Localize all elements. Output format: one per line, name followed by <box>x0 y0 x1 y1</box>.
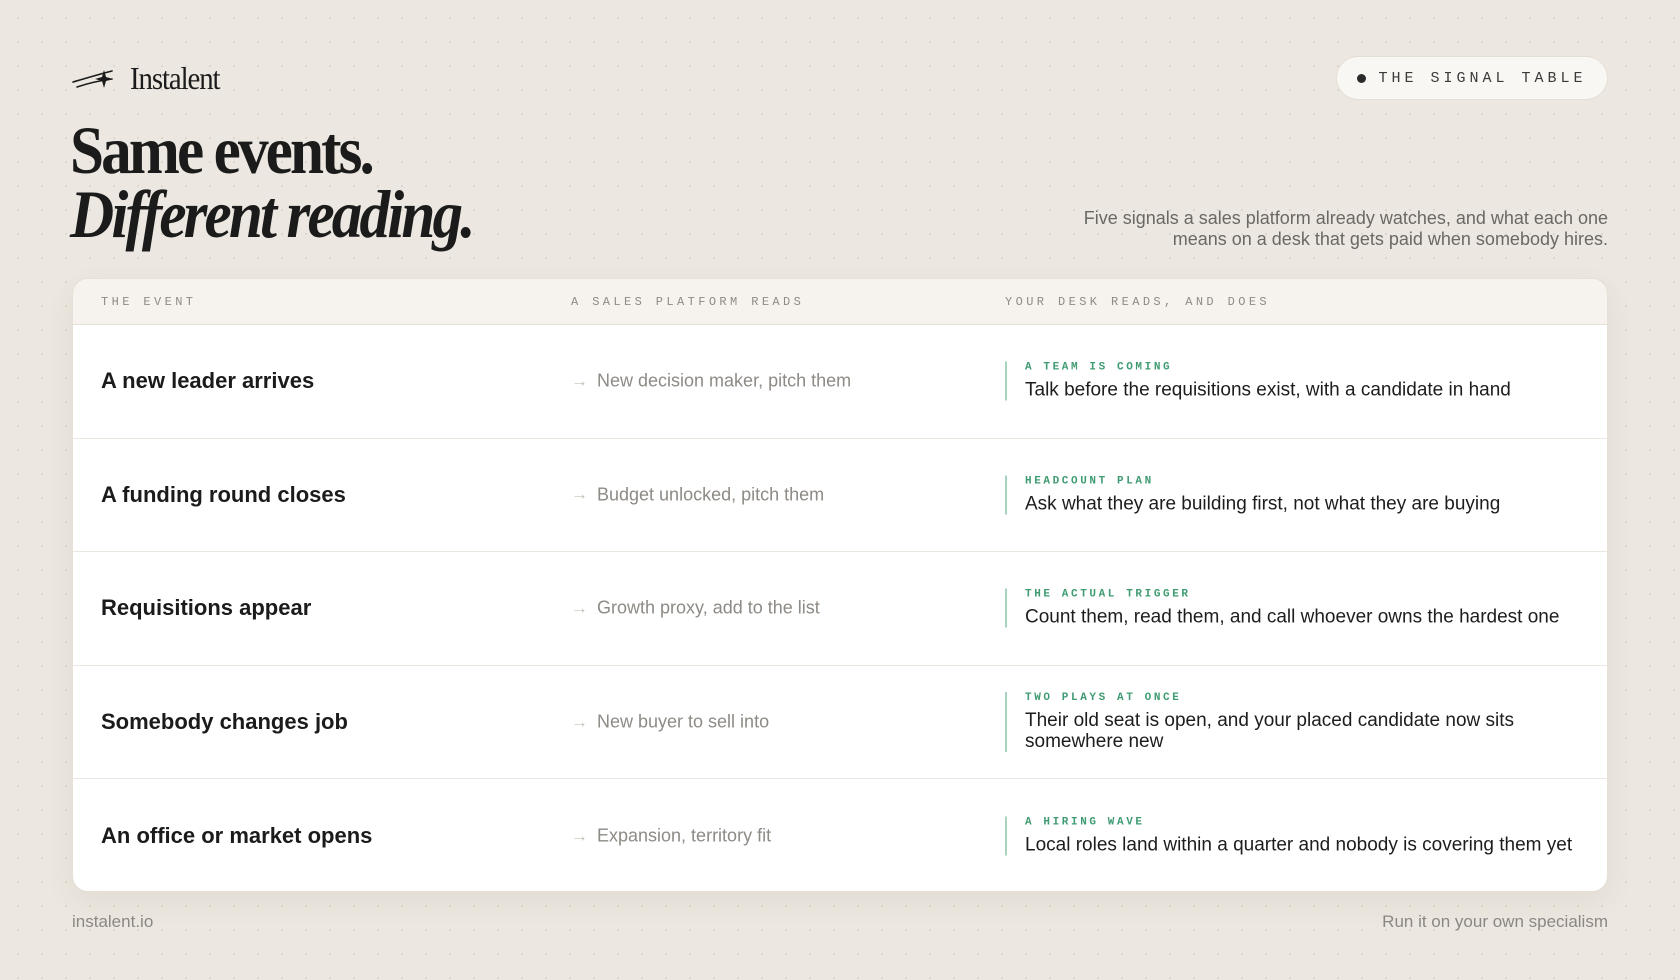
table-row: A funding round closes → Budget unlocked… <box>73 439 1607 553</box>
arrow-right-icon: → <box>571 712 588 732</box>
desk-tag: A TEAM IS COMING <box>1025 361 1173 374</box>
brand-name: Instalent <box>130 60 221 96</box>
footer-tagline: Run it on your own specialism <box>1382 912 1608 931</box>
desk-reading-cell: A TEAM IS COMING Talk before the requisi… <box>1005 361 1595 401</box>
arrow-right-icon: → <box>571 826 588 846</box>
sales-reading-cell: → Growth proxy, add to the list <box>571 598 820 619</box>
arrow-right-icon: → <box>571 598 588 618</box>
arrow-right-icon: → <box>571 484 588 504</box>
column-header-event: THE EVENT <box>101 295 197 309</box>
signal-table-badge: THE SIGNAL TABLE <box>1336 56 1608 100</box>
table-row: Somebody changes job → New buyer to sell… <box>73 666 1607 780</box>
column-header-sales-platform: A SALES PLATFORM READS <box>571 295 805 309</box>
signal-table: THE EVENT A SALES PLATFORM READS YOUR DE… <box>72 278 1608 892</box>
desk-reading-cell: THE ACTUAL TRIGGER Count them, read them… <box>1005 588 1595 628</box>
desk-reading-cell: TWO PLAYS AT ONCE Their old seat is open… <box>1005 692 1595 753</box>
sales-reading-text: Expansion, territory fit <box>597 825 772 846</box>
desk-tag: THE ACTUAL TRIGGER <box>1025 588 1191 601</box>
event-cell: An office or market opens <box>101 823 373 849</box>
desk-action: Ask what they are building first, not wh… <box>1025 493 1501 515</box>
event-cell: Requisitions appear <box>101 595 312 621</box>
table-row: A new leader arrives → New decision make… <box>73 325 1607 439</box>
event-cell: Somebody changes job <box>101 709 348 735</box>
sales-reading-text: Growth proxy, add to the list <box>597 597 820 618</box>
sales-reading-text: Budget unlocked, pitch them <box>597 484 825 505</box>
table-row: Requisitions appear → Growth proxy, add … <box>73 552 1607 666</box>
column-header-your-desk: YOUR DESK READS, AND DOES <box>1005 295 1271 309</box>
table-header: THE EVENT A SALES PLATFORM READS YOUR DE… <box>73 279 1607 325</box>
sales-reading-cell: → New decision maker, pitch them <box>571 371 851 392</box>
dot-icon <box>1357 73 1367 83</box>
subtitle: Five signals a sales platform already wa… <box>1083 208 1608 249</box>
headline-line-2: Different reading. <box>70 176 476 252</box>
table-row: An office or market opens → Expansion, t… <box>73 779 1607 891</box>
sales-reading-cell: → Expansion, territory fit <box>571 826 771 847</box>
event-cell: A new leader arrives <box>101 368 315 394</box>
desk-action: Count them, read them, and call whoever … <box>1025 606 1560 628</box>
desk-action: Local roles land within a quarter and no… <box>1025 834 1573 856</box>
desk-tag: HEADCOUNT PLAN <box>1025 475 1154 488</box>
badge-label: THE SIGNAL TABLE <box>1378 69 1587 87</box>
desk-action: Their old seat is open, and your placed … <box>1025 710 1515 753</box>
sales-reading-text: New buyer to sell into <box>597 711 770 732</box>
page-title: Same events. Different reading. <box>70 112 517 252</box>
sales-reading-cell: → New buyer to sell into <box>571 712 769 733</box>
sales-reading-cell: → Budget unlocked, pitch them <box>571 484 824 505</box>
website-link[interactable]: instalent.io <box>72 912 153 932</box>
brand: Instalent <box>72 60 229 97</box>
desk-reading-cell: A HIRING WAVE Local roles land within a … <box>1005 816 1595 856</box>
desk-action: Talk before the requisitions exist, with… <box>1025 379 1511 401</box>
arrow-right-icon: → <box>571 371 588 391</box>
event-cell: A funding round closes <box>101 481 346 507</box>
sales-reading-text: New decision maker, pitch them <box>597 370 852 391</box>
desk-tag: A HIRING WAVE <box>1025 816 1145 829</box>
desk-reading-cell: HEADCOUNT PLAN Ask what they are buildin… <box>1005 475 1595 515</box>
desk-tag: TWO PLAYS AT ONCE <box>1025 692 1182 705</box>
swoosh-star-logo-icon <box>72 69 113 88</box>
headline-line-1: Same events. <box>70 112 375 188</box>
